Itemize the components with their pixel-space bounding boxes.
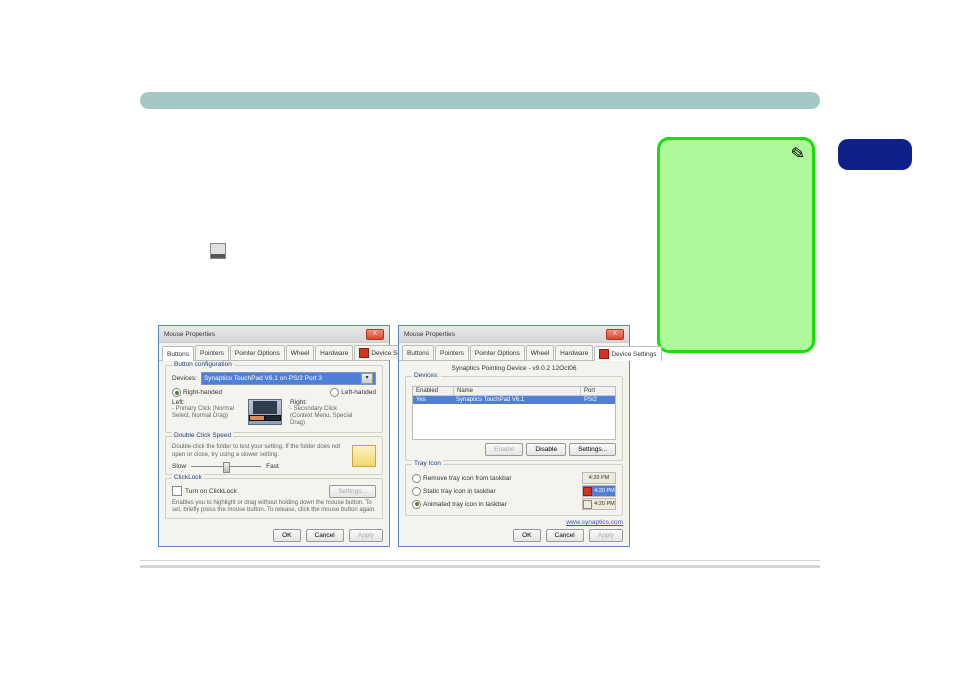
apply-button: Apply <box>349 529 383 542</box>
touchpad-illustration <box>248 399 282 425</box>
group-double-click-speed: Double Click Speed Double-click the fold… <box>165 436 383 475</box>
cell-port: PS/2 <box>581 396 615 404</box>
left-title: Left: <box>172 399 240 406</box>
dblclick-desc: Double-click the folder to test your set… <box>172 444 340 458</box>
footer-divider <box>140 560 820 568</box>
dblclick-slider[interactable] <box>191 466 261 467</box>
header-bar <box>140 92 820 109</box>
clicklock-label: Turn on ClickLock <box>185 488 237 495</box>
tab-wheel[interactable]: Wheel <box>286 345 314 360</box>
tab-pointer-options[interactable]: Pointer Options <box>230 345 285 360</box>
pencil-icon: ✎ <box>786 142 806 166</box>
enable-button: Enable <box>485 443 523 456</box>
clicklock-checkbox[interactable]: Turn on ClickLock <box>172 486 237 496</box>
tab-pointers[interactable]: Pointers <box>435 345 469 360</box>
devices-label: Devices: <box>172 375 197 382</box>
tray-icon-preview <box>583 500 592 509</box>
table-row[interactable]: Yes Synaptics TouchPad V6.1 PS/2 <box>413 396 615 404</box>
devices-table[interactable]: Enabled Name Port Yes Synaptics TouchPad… <box>412 386 616 440</box>
group-title: Double Click Speed <box>172 432 233 439</box>
right-desc: - Secondary Click (Context Menu, Special… <box>290 406 358 428</box>
group-tray-icon: Tray Icon Remove tray icon from taskbar … <box>405 464 623 516</box>
clicklock-desc: Enables you to highlight or drag without… <box>172 500 376 514</box>
radio-remove-tray[interactable]: Remove tray icon from taskbar <box>412 474 512 483</box>
test-folder-icon[interactable] <box>352 445 376 467</box>
radio-animated-tray[interactable]: Animated tray icon in taskbar <box>412 500 507 509</box>
disable-button[interactable]: Disable <box>526 443 566 456</box>
dialog-footer: OK Cancel Apply <box>273 529 383 542</box>
tabstrip: Buttons Pointers Pointer Options Wheel H… <box>159 343 389 361</box>
close-button[interactable]: X <box>606 329 624 340</box>
tab-hardware[interactable]: Hardware <box>315 345 353 360</box>
radio-remove-label: Remove tray icon from taskbar <box>423 475 512 482</box>
tab-pointer-options[interactable]: Pointer Options <box>470 345 525 360</box>
tab-buttons[interactable]: Buttons <box>402 345 434 360</box>
left-desc: - Primary Click (Normal Select, Normal D… <box>172 406 240 420</box>
tab-wheel[interactable]: Wheel <box>526 345 554 360</box>
driver-version: Synaptics Pointing Device - v9.0.2 12Oct… <box>405 365 623 372</box>
col-name: Name <box>454 387 581 395</box>
dialog-title-text: Mouse Properties <box>164 331 215 338</box>
titlebar: Mouse Properties X <box>399 326 629 343</box>
tab-hardware[interactable]: Hardware <box>555 345 593 360</box>
dialog-footer: OK Cancel Apply <box>513 529 623 542</box>
cancel-button[interactable]: Cancel <box>306 529 344 542</box>
group-title: Devices: <box>412 372 441 379</box>
radio-right-handed-label: Right-handed <box>183 389 222 396</box>
radio-right-handed[interactable]: Right-handed <box>172 388 222 397</box>
cell-enabled: Yes <box>413 396 453 404</box>
dialog-title-text: Mouse Properties <box>404 331 455 338</box>
tab-buttons[interactable]: Buttons <box>162 346 194 361</box>
col-enabled: Enabled <box>413 387 454 395</box>
tray-preview-static: 4:20 PM <box>582 485 616 497</box>
tray-preview-none: 4:20 PM <box>582 472 616 484</box>
titlebar: Mouse Properties X <box>159 326 389 343</box>
touchpad-taskbar-icon <box>210 243 226 259</box>
mouse-properties-dialog-device-settings: Mouse Properties X Buttons Pointers Poin… <box>398 325 630 547</box>
synaptics-link[interactable]: www.synaptics.com <box>405 519 623 526</box>
apply-button: Apply <box>589 529 623 542</box>
group-title: Tray Icon <box>412 460 443 467</box>
device-settings-button[interactable]: Settings... <box>569 443 616 456</box>
clicklock-settings-button: Settings... <box>329 485 376 498</box>
ok-button[interactable]: OK <box>513 529 540 542</box>
radio-left-handed-label: Left-handed <box>341 389 376 396</box>
dropdown-arrow-icon: ▾ <box>361 373 373 384</box>
close-button[interactable]: X <box>366 329 384 340</box>
radio-static-tray[interactable]: Static tray icon in taskbar <box>412 487 496 496</box>
tab-device-settings-label: Device Settings <box>611 351 656 358</box>
side-tab-pill <box>838 139 912 170</box>
tray-icon-preview <box>583 487 592 496</box>
cancel-button[interactable]: Cancel <box>546 529 584 542</box>
radio-static-label: Static tray icon in taskbar <box>423 488 496 495</box>
ok-button[interactable]: OK <box>273 529 300 542</box>
radio-animated-label: Animated tray icon in taskbar <box>423 501 507 508</box>
devices-selected: Synaptics TouchPad V6.1 on PS/2 Port 3 <box>204 375 322 382</box>
tab-device-settings[interactable]: Device Settings <box>594 346 661 361</box>
synaptics-icon <box>359 348 369 358</box>
note-callout: ✎ <box>657 137 815 353</box>
slow-label: Slow <box>172 463 186 470</box>
group-clicklock: ClickLock Turn on ClickLock Settings... … <box>165 478 383 519</box>
tray-preview-animated: 4:20 PM <box>582 498 616 510</box>
group-title: Button configuration <box>172 361 234 368</box>
tabstrip: Buttons Pointers Pointer Options Wheel H… <box>399 343 629 361</box>
col-port: Port <box>581 387 615 395</box>
group-title: ClickLock <box>172 474 204 481</box>
right-title: Right: <box>290 399 358 406</box>
fast-label: Fast <box>266 463 279 470</box>
cell-name: Synaptics TouchPad V6.1 <box>453 396 581 404</box>
mouse-properties-dialog-buttons: Mouse Properties X Buttons Pointers Poin… <box>158 325 390 547</box>
radio-left-handed[interactable]: Left-handed <box>330 388 376 397</box>
group-devices: Devices: Enabled Name Port Yes Synaptics… <box>405 376 623 461</box>
synaptics-icon <box>599 349 609 359</box>
group-button-configuration: Button configuration Devices: Synaptics … <box>165 365 383 433</box>
devices-dropdown[interactable]: Synaptics TouchPad V6.1 on PS/2 Port 3 ▾ <box>201 372 376 385</box>
tab-pointers[interactable]: Pointers <box>195 345 229 360</box>
